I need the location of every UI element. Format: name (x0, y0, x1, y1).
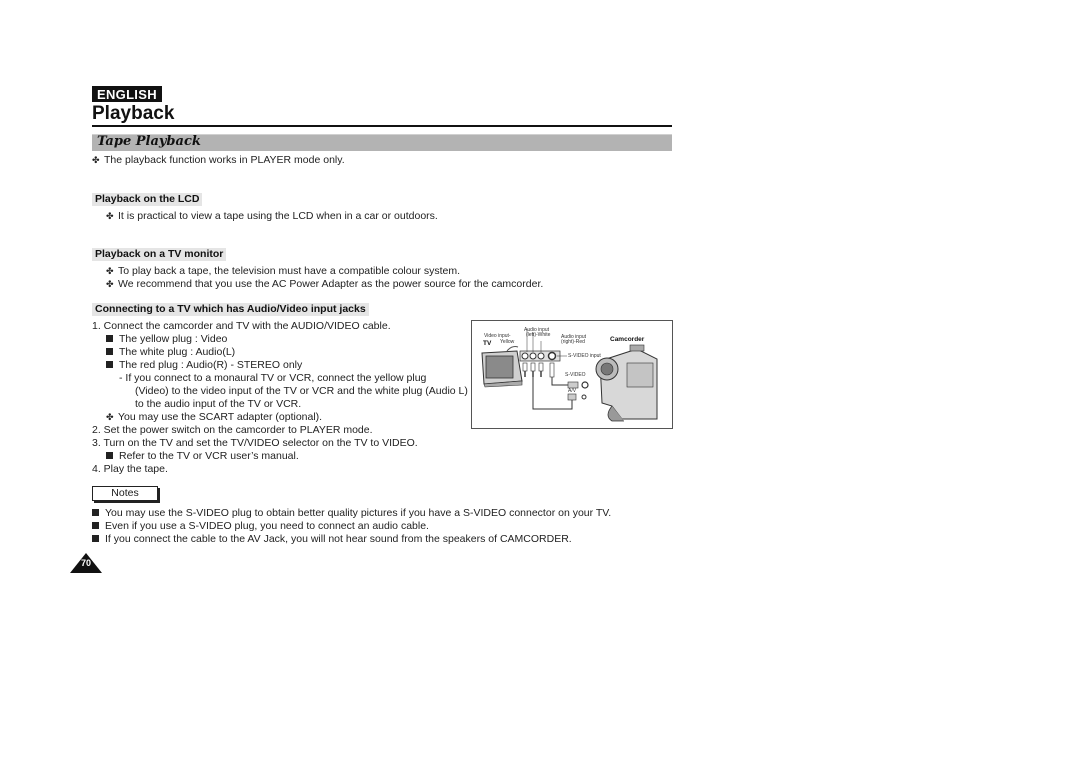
square-bullet-icon (106, 335, 113, 342)
mono-note-line: (Video) to the video input of the TV or … (135, 385, 468, 397)
intro-text: The playback function works in PLAYER mo… (104, 154, 345, 166)
tv-monitor-bullet: ✤ To play back a tape, the television mus… (106, 265, 460, 278)
step-3-sub: Refer to the TV or VCR user’s manual. (106, 450, 299, 463)
lcd-bullet: ✤ It is practical to view a tape using th… (106, 210, 438, 223)
plug-item: The white plug : Audio(L) (106, 346, 235, 359)
step-1: 1. Connect the camcorder and TV with the… (92, 320, 391, 332)
note-item: If you connect the cable to the AV Jack,… (92, 533, 572, 546)
page-number: 70 (80, 558, 91, 568)
camcorder-label: Camcorder (610, 336, 645, 343)
connection-diagram: Video input- Yellow Audio input (left)-W… (471, 320, 673, 429)
plug-text: The red plug : Audio(R) - STEREO only (119, 359, 303, 371)
section-title: Tape Playback (97, 134, 201, 149)
cross-bullet-icon: ✤ (92, 155, 100, 165)
tv-illustration (481, 346, 523, 388)
note-text: If you connect the cable to the AV Jack,… (105, 533, 572, 545)
plug-text: The yellow plug : Video (119, 333, 228, 345)
scart-text: You may use the SCART adapter (optional)… (118, 411, 323, 423)
step-4: 4. Play the tape. (92, 463, 168, 475)
square-bullet-icon (92, 535, 99, 542)
step-3: 3. Turn on the TV and set the TV/VIDEO s… (92, 437, 418, 449)
mono-note-line: to the audio input of the TV or VCR. (135, 398, 302, 410)
square-bullet-icon (106, 348, 113, 355)
plug-item: The red plug : Audio(R) - STEREO only (106, 359, 302, 372)
note-text: You may use the S-VIDEO plug to obtain b… (105, 507, 612, 519)
square-bullet-icon (92, 509, 99, 516)
cross-bullet-icon: ✤ (106, 412, 114, 422)
av-jacks-heading: Connecting to a TV which has Audio/Video… (92, 303, 369, 316)
lcd-bullet-text: It is practical to view a tape using the… (118, 210, 438, 222)
svideo-input-label: S-VIDEO input (568, 353, 601, 359)
cross-bullet-icon: ✤ (106, 211, 114, 221)
tv-label: TV (483, 340, 492, 347)
note-item: You may use the S-VIDEO plug to obtain b… (92, 507, 611, 520)
title-divider (92, 125, 672, 127)
note-text: Even if you use a S-VIDEO plug, you need… (105, 520, 429, 532)
plug-item: The yellow plug : Video (106, 333, 227, 346)
square-bullet-icon (106, 361, 113, 368)
av-label: A/V (568, 388, 577, 394)
mono-note-line: - If you connect to a monaural TV or VCR… (119, 372, 427, 384)
square-bullet-icon (106, 452, 113, 459)
note-item: Even if you use a S-VIDEO plug, you need… (92, 520, 429, 533)
tv-monitor-bullet-text: To play back a tape, the television must… (118, 265, 461, 277)
plug-text: The white plug : Audio(L) (119, 346, 236, 358)
av-cables (522, 362, 589, 410)
camcorder-illustration (595, 344, 658, 422)
lcd-heading: Playback on the LCD (92, 193, 203, 206)
tv-monitor-bullet-text: We recommend that you use the AC Power A… (118, 278, 544, 290)
cross-bullet-icon: ✤ (106, 279, 114, 289)
page-title: Playback (92, 103, 175, 124)
cross-bullet-icon: ✤ (106, 266, 114, 276)
page-number-badge: 70 (70, 553, 102, 573)
step-2: 2. Set the power switch on the camcorder… (92, 424, 373, 436)
intro-bullet: ✤ The playback function works in PLAYER m… (92, 154, 345, 167)
step-3-sub-text: Refer to the TV or VCR user’s manual. (119, 450, 299, 462)
tv-monitor-bullet: ✤ We recommend that you use the AC Power … (106, 278, 543, 291)
svideo-label: S-VIDEO (565, 372, 586, 378)
language-badge: ENGLISH (92, 86, 162, 102)
notes-label: Notes (92, 486, 158, 501)
tv-monitor-heading: Playback on a TV monitor (92, 248, 227, 261)
video-input-color: Yellow (500, 339, 515, 345)
square-bullet-icon (92, 522, 99, 529)
audio-left-color: (left)-White (526, 332, 551, 338)
audio-right-color: (right)-Red (561, 339, 585, 345)
scart-note: ✤ You may use the SCART adapter (optional… (106, 411, 322, 424)
